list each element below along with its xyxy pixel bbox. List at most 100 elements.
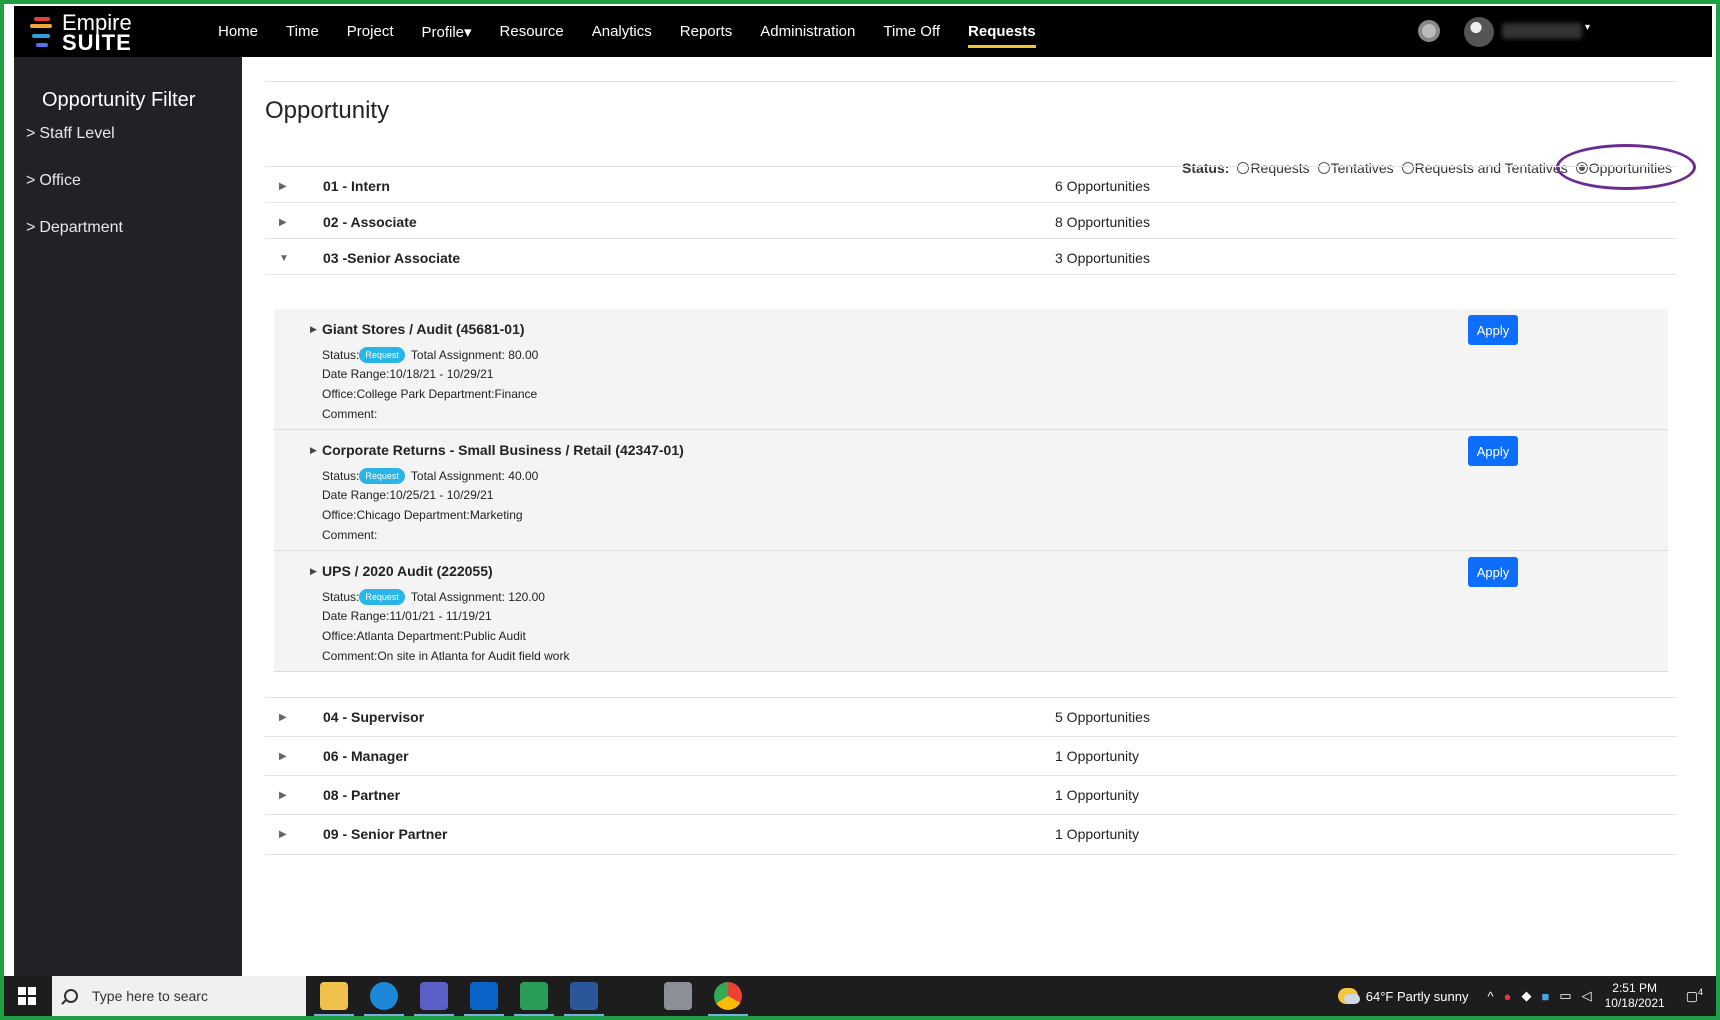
username-blurred[interactable] xyxy=(1502,23,1582,39)
expand-arrow-icon[interactable]: ▶ xyxy=(279,712,287,723)
comment: Comment: xyxy=(322,528,378,542)
group-row-senior-associate[interactable]: ▼ 03 -Senior Associate 3 Opportunities xyxy=(265,238,1677,277)
office-department: Office:Chicago Department:Marketing xyxy=(322,508,523,522)
group-name: 09 - Senior Partner xyxy=(323,826,448,842)
status-badge: Request xyxy=(359,347,405,363)
chevron-right-icon: > xyxy=(26,172,36,189)
group-name: 02 - Associate xyxy=(323,214,417,230)
group-row-intern[interactable]: ▶ 01 - Intern 6 Opportunities xyxy=(265,166,1677,205)
group-row-partner[interactable]: ▶ 08 - Partner 1 Opportunity xyxy=(265,775,1677,814)
search-placeholder: Type here to searc xyxy=(92,988,208,1004)
nav-home[interactable]: Home xyxy=(218,6,258,57)
sync-icon[interactable]: ■ xyxy=(1541,989,1549,1004)
expand-arrow-icon[interactable]: ▶ xyxy=(310,566,317,577)
nav-requests[interactable]: Requests xyxy=(968,6,1036,57)
sidebar-item-department[interactable]: > Department xyxy=(26,219,123,237)
expand-arrow-icon[interactable]: ▶ xyxy=(310,445,317,456)
empire-suite-logo[interactable]: Empire SUITE xyxy=(28,10,158,54)
group-name: 01 - Intern xyxy=(323,178,390,194)
opportunity-title[interactable]: UPS / 2020 Audit (222055) xyxy=(322,563,493,579)
total-assignment: Total Assignment: 80.00 xyxy=(410,348,539,362)
total-assignment: Total Assignment: 120.00 xyxy=(410,590,545,604)
notifications-icon[interactable]: ▢4 xyxy=(1686,987,1703,1004)
windows-start-icon[interactable] xyxy=(18,987,36,1005)
expand-arrow-icon[interactable]: ▶ xyxy=(279,181,287,192)
sidebar-title: Opportunity Filter xyxy=(42,89,196,111)
expand-arrow-icon[interactable]: ▶ xyxy=(279,790,287,801)
comment: Comment:On site in Atlanta for Audit fie… xyxy=(322,649,570,663)
group-row-senior-partner[interactable]: ▶ 09 - Senior Partner 1 Opportunity xyxy=(265,814,1677,853)
expand-arrow-icon[interactable]: ▶ xyxy=(279,829,287,840)
network-icon[interactable]: ▭ xyxy=(1559,988,1571,1004)
excel-icon[interactable] xyxy=(514,982,554,1016)
divider xyxy=(265,81,1677,82)
nav-time[interactable]: Time xyxy=(286,6,319,57)
group-count: 1 Opportunity xyxy=(1055,787,1140,803)
opportunity-status-line: Status: Request Total Assignment: 80.00 xyxy=(322,347,538,363)
nav-project[interactable]: Project xyxy=(347,6,394,57)
taskbar-search-input[interactable]: Type here to searc xyxy=(52,976,306,1016)
system-tray: 64°F Partly sunny ^ ● ◆ ■ ▭ ◁ 2:51 PM 10… xyxy=(1337,976,1708,1016)
opportunity-list: ▶ Giant Stores / Audit (45681-01) Status… xyxy=(274,309,1668,672)
opportunity-item: ▶ Corporate Returns - Small Business / R… xyxy=(274,430,1668,551)
nav-reports[interactable]: Reports xyxy=(680,6,733,57)
nav-profile[interactable]: Profile▾ xyxy=(421,6,471,57)
group-name: 06 - Manager xyxy=(323,748,409,764)
status-badge: Request xyxy=(359,468,405,484)
weather-icon[interactable] xyxy=(1337,988,1360,1004)
group-row-associate[interactable]: ▶ 02 - Associate 8 Opportunities xyxy=(265,202,1677,241)
apply-button[interactable]: Apply xyxy=(1468,557,1518,587)
search-icon xyxy=(64,989,78,1003)
shield-icon[interactable]: ◆ xyxy=(1521,988,1531,1004)
collapse-arrow-icon[interactable]: ▼ xyxy=(279,253,289,264)
divider xyxy=(265,854,1677,855)
outlook-icon[interactable] xyxy=(464,982,504,1016)
opportunity-item: ▶ UPS / 2020 Audit (222055) Status: Requ… xyxy=(274,551,1668,672)
teams-icon[interactable] xyxy=(414,982,454,1016)
clock[interactable]: 2:51 PM 10/18/2021 xyxy=(1605,981,1665,1011)
apply-button[interactable]: Apply xyxy=(1468,315,1518,345)
weather-text[interactable]: 64°F Partly sunny xyxy=(1366,989,1469,1004)
chrome-icon[interactable] xyxy=(708,982,748,1016)
clock-time: 2:51 PM xyxy=(1612,981,1657,995)
opportunity-status-line: Status: Request Total Assignment: 40.00 xyxy=(322,468,538,484)
group-count: 1 Opportunity xyxy=(1055,748,1140,764)
date-range: Date Range:11/01/21 - 11/19/21 xyxy=(322,609,492,623)
expand-arrow-icon[interactable]: ▶ xyxy=(279,751,287,762)
windows-taskbar: Type here to searc 64°F Partly sunny ^ ●… xyxy=(4,976,1716,1016)
sidebar-item-label: Office xyxy=(39,172,81,189)
nav-analytics[interactable]: Analytics xyxy=(592,6,652,57)
nav-time-off[interactable]: Time Off xyxy=(883,6,940,57)
sidebar-item-label: Staff Level xyxy=(39,125,115,142)
opportunity-title[interactable]: Corporate Returns - Small Business / Ret… xyxy=(322,442,684,458)
clock-date: 10/18/2021 xyxy=(1604,996,1665,1010)
user-menu-caret-icon[interactable]: ▾ xyxy=(1585,22,1590,33)
group-count: 1 Opportunity xyxy=(1055,826,1140,842)
group-row-supervisor[interactable]: ▶ 04 - Supervisor 5 Opportunities xyxy=(265,697,1677,736)
word-icon[interactable] xyxy=(564,982,604,1016)
apply-button[interactable]: Apply xyxy=(1468,436,1518,466)
user-avatar[interactable] xyxy=(1464,17,1494,47)
expand-arrow-icon[interactable]: ▶ xyxy=(279,217,287,228)
notification-count: 4 xyxy=(1697,987,1703,998)
date-range: Date Range:10/18/21 - 10/29/21 xyxy=(322,367,494,381)
nav-administration[interactable]: Administration xyxy=(760,6,855,57)
main-menu: Home Time Project Profile▾ Resource Anal… xyxy=(218,6,1064,57)
volume-icon[interactable]: ◁ xyxy=(1582,988,1592,1004)
group-row-manager[interactable]: ▶ 06 - Manager 1 Opportunity xyxy=(265,736,1677,775)
settings-gear-icon[interactable] xyxy=(1418,20,1440,42)
sidebar-item-label: Department xyxy=(39,219,123,236)
sidebar-item-office[interactable]: > Office xyxy=(26,172,81,190)
nav-resource[interactable]: Resource xyxy=(500,6,564,57)
opportunity-item: ▶ Giant Stores / Audit (45681-01) Status… xyxy=(274,309,1668,430)
security-icon[interactable]: ● xyxy=(1504,989,1512,1004)
file-explorer-icon[interactable] xyxy=(314,982,354,1016)
app-icon[interactable] xyxy=(664,982,692,1010)
sidebar-item-staff-level[interactable]: > Staff Level xyxy=(26,125,115,143)
group-count: 3 Opportunities xyxy=(1055,250,1150,266)
chevron-up-icon[interactable]: ^ xyxy=(1488,989,1494,1004)
opportunity-title[interactable]: Giant Stores / Audit (45681-01) xyxy=(322,321,525,337)
status-badge: Request xyxy=(359,589,405,605)
expand-arrow-icon[interactable]: ▶ xyxy=(310,324,317,335)
edge-browser-icon[interactable] xyxy=(364,982,404,1016)
